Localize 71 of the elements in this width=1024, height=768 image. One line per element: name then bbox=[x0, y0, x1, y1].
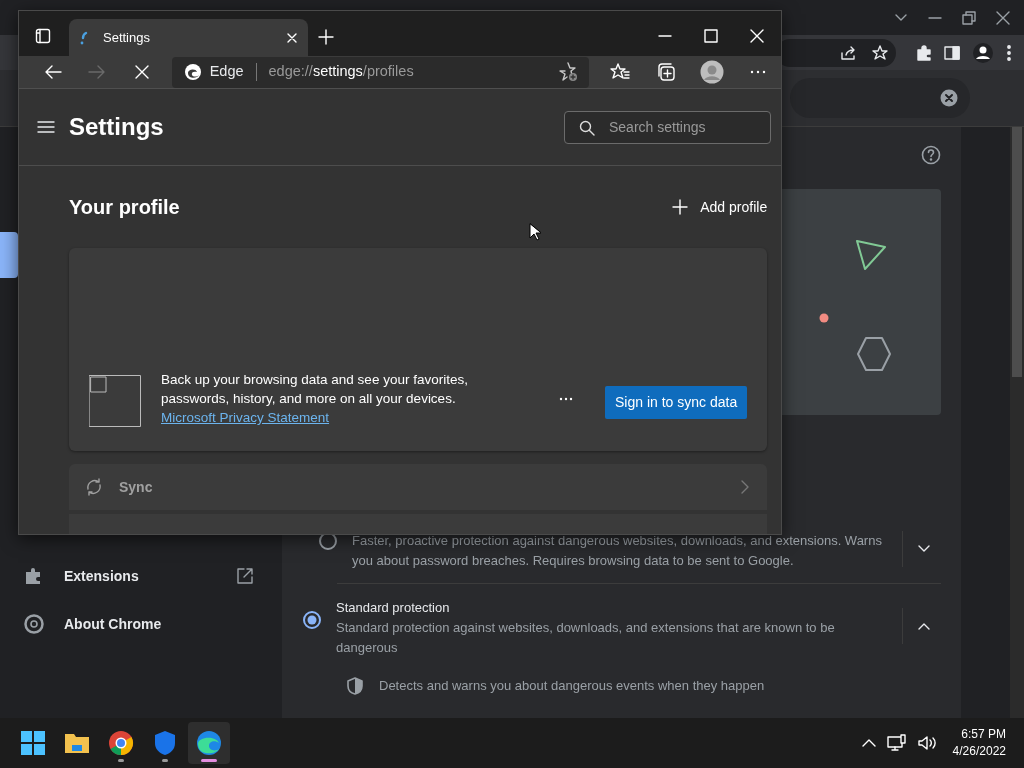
running-indicator bbox=[162, 759, 168, 762]
volume-icon[interactable] bbox=[916, 734, 939, 752]
selected-item-indicator bbox=[0, 232, 18, 278]
maximize-icon[interactable] bbox=[703, 28, 719, 44]
option-title: Standard protection bbox=[336, 599, 451, 617]
sign-in-button[interactable]: Sign in to sync data bbox=[605, 386, 748, 419]
site-label: Edge bbox=[209, 62, 244, 82]
search-field[interactable] bbox=[790, 78, 970, 118]
option-description: Faster, proactive protection against dangerous websites, downloads, and extensions. Warns you about password breaches. Requires browsing data to be sent to Google. bbox=[352, 532, 883, 570]
running-indicator bbox=[118, 759, 124, 762]
tab-actions-icon[interactable] bbox=[35, 28, 51, 44]
url-text[interactable]: edge://settings/profiles bbox=[268, 61, 414, 83]
help-icon[interactable] bbox=[921, 145, 941, 165]
share-icon[interactable] bbox=[840, 44, 858, 61]
chevron-down-icon bbox=[917, 544, 931, 554]
option-description: Standard protection against websites, downloads, and extensions that are known to be dangerous bbox=[336, 619, 836, 657]
more-icon[interactable] bbox=[1006, 43, 1012, 62]
add-profile-button[interactable]: Add profile bbox=[672, 196, 768, 218]
menu-icon[interactable] bbox=[37, 120, 55, 134]
browser-logo-icon bbox=[24, 614, 44, 634]
sidebar-icon[interactable] bbox=[944, 44, 960, 61]
privacy-link[interactable]: Microsoft Privacy Statement bbox=[161, 410, 330, 425]
radio-button[interactable] bbox=[302, 610, 322, 630]
mouse-cursor-icon bbox=[529, 223, 541, 241]
forward-arrow-icon bbox=[88, 63, 107, 81]
new-tab-icon[interactable] bbox=[318, 29, 334, 45]
browser-logo-icon bbox=[107, 729, 135, 757]
avatar-icon bbox=[700, 60, 724, 84]
browser-tab[interactable]: Settings bbox=[69, 19, 308, 56]
shield-icon bbox=[347, 676, 363, 695]
chevron-up-icon[interactable] bbox=[860, 738, 877, 748]
puzzle-icon[interactable] bbox=[916, 44, 932, 61]
more-icon bbox=[559, 397, 573, 402]
loading-icon bbox=[79, 30, 89, 45]
sync-message: Back up your browsing data and see your favorites, passwords, history, and more on all your devices. Microsoft Privacy Statement bbox=[161, 371, 469, 427]
section-heading: Your profile bbox=[69, 195, 180, 220]
page-title: Settings bbox=[69, 112, 164, 142]
clock-date: 4/26/2022 bbox=[952, 743, 1006, 760]
network-icon[interactable] bbox=[886, 734, 907, 752]
avatar-placeholder-icon bbox=[89, 375, 141, 427]
sidebar-item[interactable]: Extensions bbox=[0, 552, 260, 600]
running-indicator bbox=[201, 759, 217, 762]
more-icon bbox=[750, 70, 766, 74]
restore-icon[interactable] bbox=[962, 10, 976, 25]
scrollbar[interactable] bbox=[1010, 127, 1024, 718]
back-arrow-icon bbox=[44, 63, 63, 81]
profile-icon[interactable] bbox=[972, 41, 994, 64]
chevron-right-icon bbox=[741, 480, 750, 494]
external-link-icon bbox=[236, 567, 254, 585]
address-bar[interactable]: Edge edge://settings/profiles bbox=[171, 56, 589, 88]
windows-logo-icon bbox=[19, 729, 47, 757]
sync-icon bbox=[85, 478, 103, 496]
browser-logo-icon bbox=[183, 63, 202, 81]
star-list-icon bbox=[610, 63, 630, 81]
settings-row[interactable]: Sync bbox=[69, 464, 768, 510]
clear-icon[interactable] bbox=[940, 89, 958, 107]
browser-logo-icon bbox=[195, 729, 223, 757]
search-icon bbox=[579, 119, 595, 136]
search-field[interactable]: Search settings bbox=[564, 110, 771, 144]
clock-time: 6:57 PM bbox=[960, 726, 1006, 743]
chevron-up-icon bbox=[917, 621, 931, 631]
clock[interactable]: 6:57 PM 4/26/2022 bbox=[952, 726, 1006, 760]
plus-icon bbox=[672, 199, 689, 215]
close-icon[interactable] bbox=[996, 10, 1010, 25]
collections-icon bbox=[656, 62, 676, 82]
star-icon[interactable] bbox=[872, 44, 888, 61]
taskbar-button[interactable] bbox=[188, 722, 230, 764]
detail-text: Detects and warns you about dangerous events when they happen bbox=[379, 677, 765, 695]
star-plus-icon[interactable] bbox=[559, 62, 579, 82]
sidebar-item[interactable]: About Chrome bbox=[0, 600, 260, 648]
chevron-down-icon[interactable] bbox=[894, 12, 908, 23]
